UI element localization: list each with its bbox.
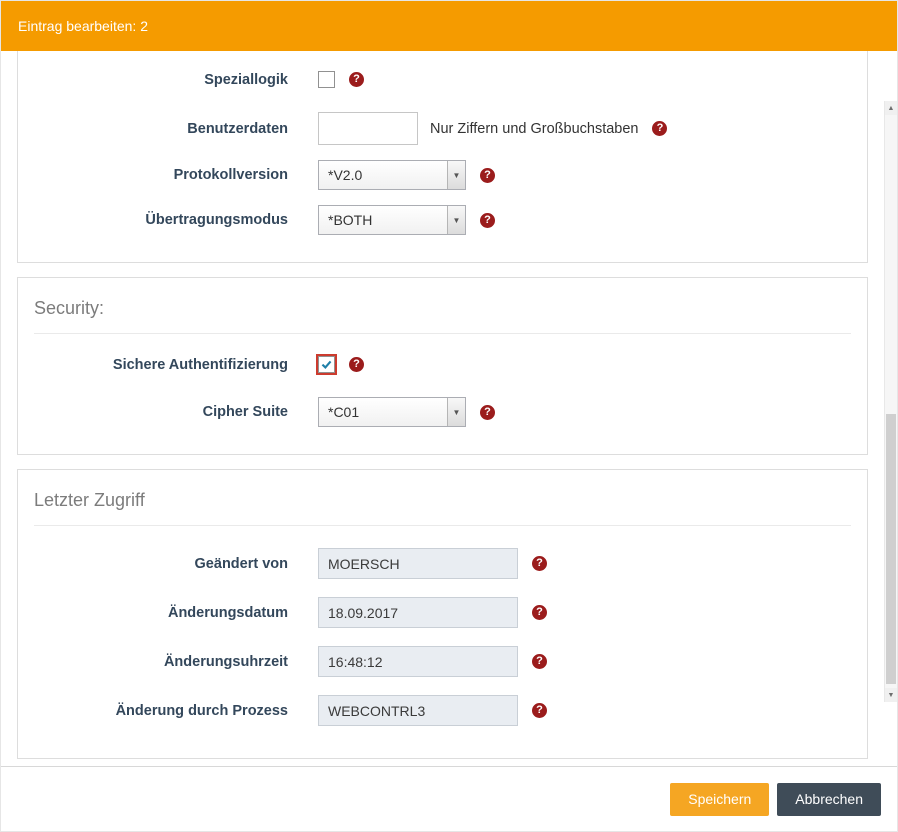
uebertragungsmodus-label: Übertragungsmodus [34,212,288,228]
uebertragungsmodus-selected-value: *BOTH [328,212,372,228]
benutzerdaten-hint: Nur Ziffern und Großbuchstaben [430,121,638,137]
scroll-up-arrow-icon[interactable] [885,101,897,115]
aenderungsdatum-label: Änderungsdatum [34,605,288,621]
geaendert-von-input [318,548,518,579]
sichere-authentifizierung-label: Sichere Authentifizierung [34,357,288,373]
row-protokollversion: Protokollversion *V2.0 [34,160,851,190]
protokollversion-selected-value: *V2.0 [328,167,362,183]
aenderungsuhrzeit-label: Änderungsuhrzeit [34,654,288,670]
dialog-body: Speziallogik Benutzerdaten Nur Ziffern u… [1,51,897,767]
row-speziallogik: Speziallogik [34,71,851,88]
section-security: Security: Sichere Authentifizierung Ciph… [17,277,868,455]
save-button[interactable]: Speichern [670,783,769,816]
vertical-scrollbar[interactable] [884,101,897,702]
dialog-footer: Speichern Abbrechen [1,767,897,831]
uebertragungsmodus-help-icon[interactable] [480,213,495,228]
cipher-suite-help-icon[interactable] [480,405,495,420]
speziallogik-help-icon[interactable] [349,72,364,87]
cipher-suite-select[interactable]: *C01 [318,397,466,427]
edit-entry-dialog: Eintrag bearbeiten: 2 Speziallogik Benut… [0,0,898,832]
speziallogik-checkbox[interactable] [318,71,335,88]
row-aenderungsdatum: Änderungsdatum [34,597,851,628]
aenderungsdatum-help-icon[interactable] [532,605,547,620]
aenderungsuhrzeit-input [318,646,518,677]
row-benutzerdaten: Benutzerdaten Nur Ziffern und Großbuchst… [34,112,851,145]
chevron-down-icon [447,206,465,234]
aenderung-durch-prozess-help-icon[interactable] [532,703,547,718]
form-content: Speziallogik Benutzerdaten Nur Ziffern u… [1,51,884,766]
dialog-header: Eintrag bearbeiten: 2 [1,1,897,51]
row-uebertragungsmodus: Übertragungsmodus *BOTH [34,205,851,235]
protokollversion-label: Protokollversion [34,167,288,183]
check-icon [320,358,333,371]
speziallogik-label: Speziallogik [34,72,288,88]
dialog-title: Eintrag bearbeiten: 2 [18,18,148,34]
row-cipher-suite: Cipher Suite *C01 [34,397,851,427]
aenderungsdatum-input [318,597,518,628]
benutzerdaten-input[interactable] [318,112,418,145]
aenderung-durch-prozess-label: Änderung durch Prozess [34,703,288,719]
scrollbar-thumb[interactable] [886,414,896,684]
benutzerdaten-label: Benutzerdaten [34,121,288,137]
geaendert-von-label: Geändert von [34,556,288,572]
sichere-authentifizierung-help-icon[interactable] [349,357,364,372]
aenderungsuhrzeit-help-icon[interactable] [532,654,547,669]
cipher-suite-label: Cipher Suite [34,404,288,420]
section-general: Speziallogik Benutzerdaten Nur Ziffern u… [17,51,868,263]
row-aenderungsuhrzeit: Änderungsuhrzeit [34,646,851,677]
letzter-zugriff-section-title: Letzter Zugriff [34,488,851,526]
aenderung-durch-prozess-input [318,695,518,726]
scroll-down-arrow-icon[interactable] [885,688,897,702]
row-geaendert-von: Geändert von [34,548,851,579]
geaendert-von-help-icon[interactable] [532,556,547,571]
cancel-button[interactable]: Abbrechen [777,783,881,816]
row-aenderung-durch-prozess: Änderung durch Prozess [34,695,851,726]
uebertragungsmodus-select[interactable]: *BOTH [318,205,466,235]
row-sichere-authentifizierung: Sichere Authentifizierung [34,356,851,373]
sichere-authentifizierung-checkbox[interactable] [318,356,335,373]
chevron-down-icon [447,161,465,189]
protokollversion-select[interactable]: *V2.0 [318,160,466,190]
protokollversion-help-icon[interactable] [480,168,495,183]
cipher-suite-selected-value: *C01 [328,404,359,420]
section-letzter-zugriff: Letzter Zugriff Geändert von Änderungsda… [17,469,868,759]
chevron-down-icon [447,398,465,426]
security-section-title: Security: [34,296,851,334]
benutzerdaten-help-icon[interactable] [652,121,667,136]
